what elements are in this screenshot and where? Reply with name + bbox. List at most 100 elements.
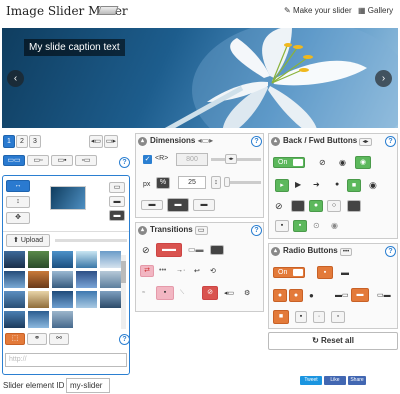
arrow-style-square-button[interactable]: ■ — [347, 179, 361, 192]
transition-loop-button[interactable]: ⟲ — [210, 267, 216, 275]
help-icon[interactable]: ? — [251, 225, 262, 236]
height-slider-handle[interactable] — [224, 177, 230, 187]
like-button[interactable]: Like — [324, 376, 346, 385]
height-input[interactable]: 25 — [178, 176, 206, 189]
radio-dot-orange2-button[interactable]: ● — [289, 289, 303, 302]
arrow-shape-pill-button[interactable]: ⊙ — [313, 221, 320, 230]
help-icon[interactable]: ? — [385, 246, 396, 257]
thumb-style-1-button[interactable]: ▭▭ — [3, 155, 25, 166]
arrow-position-none-icon[interactable]: ⊘ — [275, 201, 283, 212]
library-image[interactable] — [76, 291, 97, 308]
eye-icon[interactable]: ◉ — [339, 158, 346, 167]
transition-shuffle-button[interactable]: ⇄ — [140, 265, 154, 277]
arrow-style-arrow-button[interactable]: ➜ — [313, 180, 320, 189]
size-small-button[interactable]: ▬ — [141, 200, 163, 210]
align-horizontal-button[interactable]: ↔ — [6, 180, 30, 192]
width-slider[interactable]: ◂▸ — [211, 154, 261, 164]
arrow-position-outline-button[interactable]: ○ — [327, 200, 341, 212]
transition-block-button[interactable]: ⊘ — [202, 286, 218, 300]
upload-button[interactable]: ⬆ Upload — [6, 234, 50, 247]
transition-fade-button[interactable]: ▭▬ — [188, 245, 204, 254]
gallery-link[interactable]: ▦ Gallery — [358, 6, 393, 15]
slide-caption[interactable]: My slide caption text — [24, 39, 125, 56]
library-image[interactable] — [4, 311, 25, 328]
thumb-style-3-button[interactable]: ▭▪ — [51, 155, 73, 166]
help-icon[interactable]: ? — [251, 136, 262, 147]
unit-px-button[interactable]: px — [143, 181, 150, 188]
tweet-button[interactable]: Tweet — [300, 376, 322, 385]
image-library-grid[interactable] — [4, 251, 122, 329]
thumb-style-2-button[interactable]: ▭▫ — [27, 155, 49, 166]
library-image[interactable] — [28, 271, 49, 288]
make-slider-link[interactable]: ✎ Make your slider — [284, 6, 352, 15]
slide-link-url-input[interactable]: http:// — [5, 353, 127, 367]
tab-slide-1[interactable]: 1 — [3, 135, 15, 148]
move-slide-right-button[interactable]: ▭▸ — [104, 135, 118, 148]
library-image[interactable] — [28, 251, 49, 268]
library-image[interactable] — [28, 291, 49, 308]
layout-middle-button[interactable]: ▬ — [109, 196, 125, 207]
arrow-shape-square-button[interactable]: ▪ — [275, 220, 289, 232]
arrow-position-green-button[interactable]: ● — [309, 200, 323, 212]
help-icon[interactable]: ? — [119, 334, 130, 345]
image-grid-scrollbar[interactable] — [121, 255, 126, 329]
help-icon[interactable]: ? — [119, 157, 130, 168]
unit-percent-button[interactable]: % — [156, 177, 170, 189]
radio-size-medium-button[interactable]: ▪ — [295, 311, 307, 323]
transition-return-button[interactable]: ↩ — [194, 267, 200, 275]
tab-slide-3[interactable]: 3 — [29, 135, 41, 148]
library-image[interactable] — [4, 251, 25, 268]
size-medium-button[interactable]: ▬ — [167, 198, 189, 212]
library-image[interactable] — [4, 291, 25, 308]
arrow-style-chevron-button[interactable]: ▸ — [275, 179, 289, 192]
transitions-header[interactable]: ▴ Transitions ▭ — [136, 223, 263, 237]
arrow-style-round-button[interactable]: ◉ — [369, 180, 377, 191]
unlink-icon[interactable]: ⚯ — [49, 333, 69, 345]
library-image[interactable] — [52, 311, 73, 328]
radio-align-center-button[interactable]: ▬ — [351, 288, 369, 302]
arrow-style-play-button[interactable]: ▶ — [295, 180, 301, 189]
radio-align-right-button[interactable]: ▭▬ — [377, 291, 391, 299]
radio-shape-square-button[interactable]: ▫ — [331, 311, 345, 323]
arrow-shape-circle-button[interactable]: ◉ — [331, 221, 338, 230]
library-image[interactable] — [4, 271, 25, 288]
transition-gear-icon[interactable]: ⚙ — [244, 289, 250, 297]
hide-arrows-icon[interactable]: ⊘ — [319, 158, 326, 167]
scrollbar-thumb[interactable] — [121, 261, 126, 283]
library-image[interactable] — [100, 271, 121, 288]
radio-style-square-button[interactable]: ▪ — [317, 266, 333, 279]
show-arrows-button[interactable]: ◉ — [355, 156, 371, 169]
library-image[interactable] — [100, 291, 121, 308]
align-vertical-button[interactable]: ↕ — [6, 196, 30, 208]
transition-wave-button[interactable]: ≈ — [142, 290, 145, 296]
radio-buttons-toggle[interactable]: On — [273, 267, 305, 278]
transition-dots-button[interactable]: ••• — [159, 267, 166, 274]
transition-scroll-button[interactable]: ◂▭ — [224, 289, 234, 297]
aspect-ratio-checkbox[interactable]: ✓ — [143, 155, 152, 164]
slide-image-thumbnail[interactable] — [50, 186, 86, 210]
library-image[interactable] — [52, 251, 73, 268]
radio-style-bar-button[interactable]: ▬ — [341, 268, 349, 277]
arrow-position-black-button[interactable] — [347, 200, 361, 212]
width-input[interactable]: 800 — [176, 153, 208, 166]
prev-slide-arrow[interactable]: ‹ — [7, 70, 24, 87]
arrow-shape-green-button[interactable]: ▪ — [293, 220, 307, 232]
layout-top-button[interactable]: ▭ — [109, 182, 125, 193]
transition-arrows-button[interactable]: →· — [176, 267, 185, 274]
radio-dot-black-button[interactable]: ● — [309, 291, 314, 300]
size-large-button[interactable]: ▬ — [193, 199, 215, 211]
next-slide-arrow[interactable]: › — [375, 70, 392, 87]
transition-slide-button[interactable]: ▬▬ — [156, 243, 182, 257]
library-image[interactable] — [52, 291, 73, 308]
slider-id-input[interactable]: my-slider — [66, 378, 110, 393]
tab-slide-2[interactable]: 2 — [16, 135, 28, 148]
library-image[interactable] — [100, 251, 121, 268]
back-fwd-toggle[interactable]: On — [273, 157, 305, 168]
link-icon[interactable]: ⚭ — [27, 333, 47, 345]
library-image[interactable] — [76, 271, 97, 288]
transition-dark-button[interactable] — [210, 245, 224, 255]
radio-align-left-button[interactable]: ▬▭ — [335, 291, 349, 299]
arrow-position-dark-button[interactable] — [291, 200, 305, 212]
move-slide-left-button[interactable]: ◂▭ — [89, 135, 103, 148]
thumb-style-4-button[interactable]: ▫▭ — [75, 155, 97, 166]
